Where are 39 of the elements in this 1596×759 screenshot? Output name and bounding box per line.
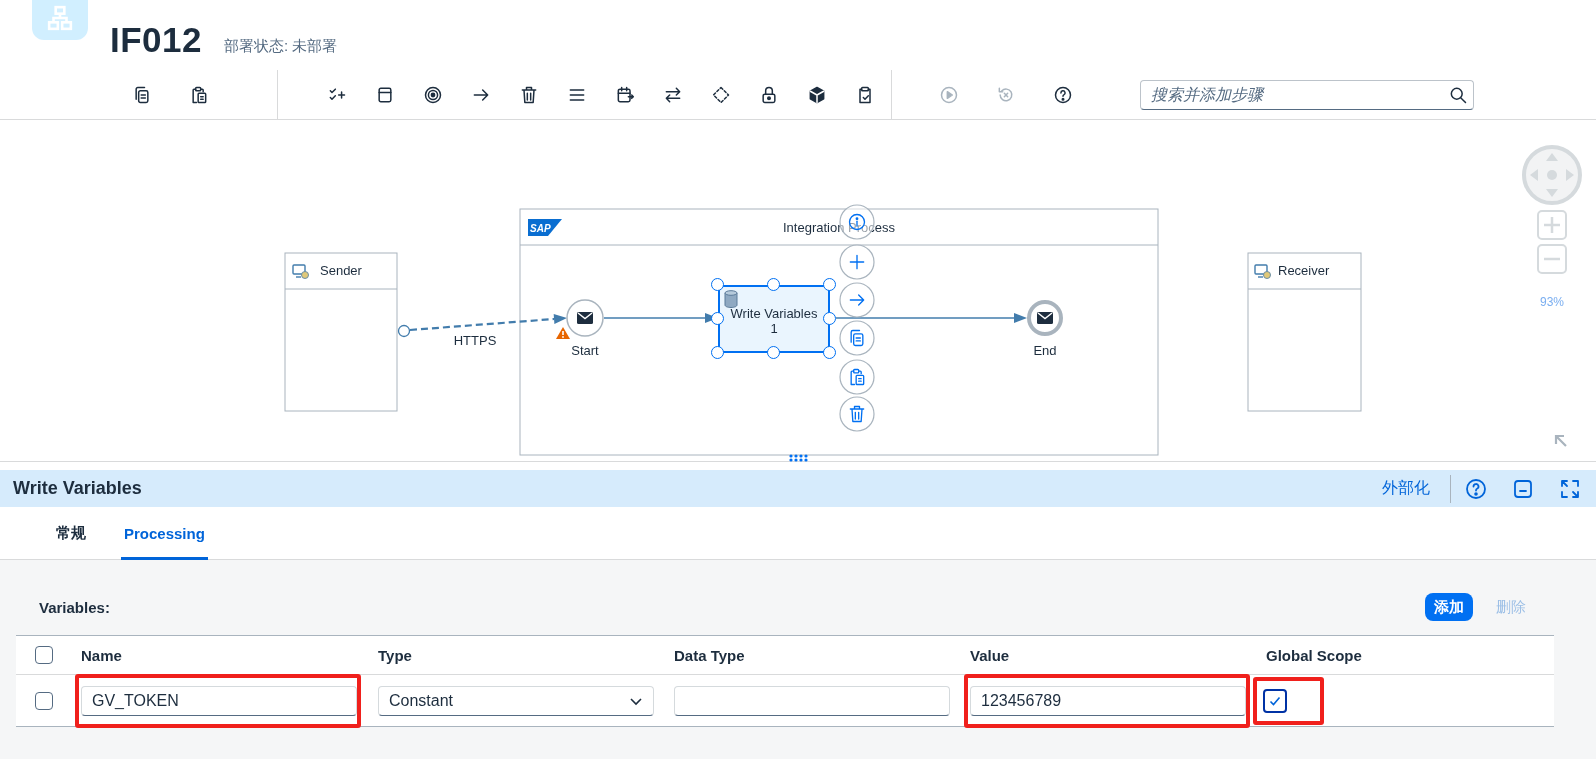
sap-logo: SAP bbox=[528, 219, 562, 236]
system-icon bbox=[1254, 264, 1271, 279]
checkbox[interactable] bbox=[35, 646, 53, 664]
connection-label: HTTPS bbox=[453, 333, 497, 348]
end-label: End bbox=[1033, 343, 1057, 358]
section-label: Variables: bbox=[39, 598, 110, 616]
add-icon[interactable] bbox=[839, 244, 875, 280]
externalize-link[interactable]: 外部化 bbox=[1382, 478, 1430, 499]
type-dropdown[interactable]: Constant bbox=[378, 685, 654, 716]
add-button[interactable]: 添加 bbox=[1425, 593, 1473, 621]
column-header: Global Scope bbox=[1266, 646, 1362, 664]
arrow-right-icon[interactable] bbox=[839, 282, 875, 318]
start-event[interactable] bbox=[566, 299, 604, 337]
step-label: Write Variables 1 bbox=[729, 306, 819, 336]
column-header: Value bbox=[970, 646, 1010, 664]
zoom-level: 93% bbox=[1540, 295, 1564, 309]
step-box[interactable]: Write Variables 1 bbox=[718, 285, 830, 353]
integration-flow-title: IF012 bbox=[110, 20, 202, 60]
deploy-status: 部署状态: 未部署 bbox=[224, 36, 338, 56]
column-header: Type bbox=[378, 646, 412, 664]
text-field[interactable] bbox=[674, 685, 950, 716]
column-header: Name bbox=[81, 646, 122, 664]
checkbox[interactable] bbox=[35, 691, 53, 710]
checkbox[interactable] bbox=[1263, 688, 1287, 713]
search-field[interactable]: 搜索并添加步骤 bbox=[1140, 79, 1474, 110]
tab[interactable]: 常规 bbox=[53, 507, 89, 560]
system-icon bbox=[292, 264, 309, 279]
process-title: Integration Process bbox=[783, 220, 895, 235]
text-field[interactable]: GV_TOKEN bbox=[81, 685, 357, 716]
hierarchy-icon bbox=[47, 5, 73, 31]
start-label: Start bbox=[571, 343, 599, 358]
end-event[interactable] bbox=[1027, 300, 1063, 336]
panel-title: Write Variables bbox=[13, 478, 142, 499]
text-field[interactable]: 123456789 bbox=[970, 685, 1246, 716]
splitter-handle[interactable] bbox=[789, 454, 808, 462]
receiver-label: Receiver bbox=[1278, 263, 1330, 278]
database-icon bbox=[724, 290, 738, 308]
column-header: Data Type bbox=[674, 646, 745, 664]
sender-label: Sender bbox=[320, 263, 362, 278]
